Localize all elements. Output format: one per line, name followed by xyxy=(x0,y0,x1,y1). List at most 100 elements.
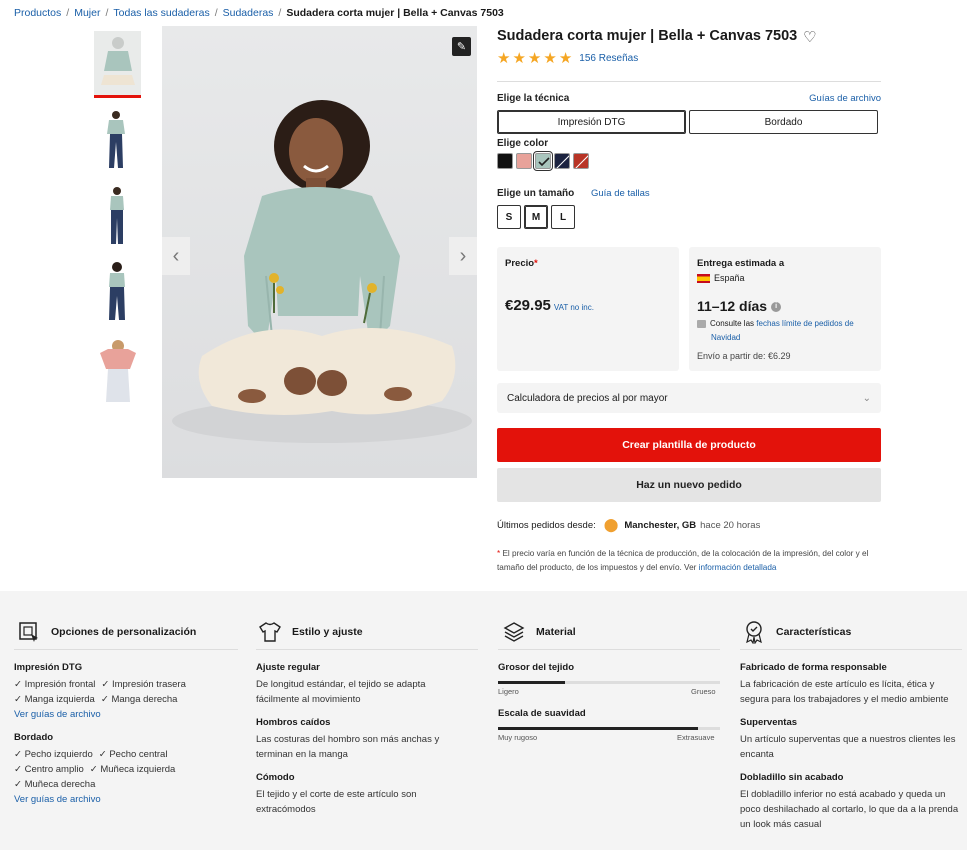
divider xyxy=(497,81,881,82)
style-item-text: De longitud estándar, el tejido se adapt… xyxy=(256,679,426,705)
style-item-text: El tejido y el corte de este artículo so… xyxy=(256,789,417,815)
style-header: Estilo y ajuste xyxy=(258,620,363,644)
pencil-icon[interactable]: ✎ xyxy=(452,37,471,56)
characteristic-title: Dobladillo sin acabado xyxy=(740,772,844,783)
dtg-row-1: ✓ Impresión frontal ✓ Impresión trasera xyxy=(14,679,186,690)
embroidery-row-2: ✓ Centro amplio ✓ Muñeca izquierda xyxy=(14,764,175,775)
star-icon: ★ xyxy=(512,50,526,67)
shirt-icon xyxy=(258,620,282,644)
wholesale-calculator[interactable]: Calculadora de precios al por mayor ⌄ xyxy=(497,383,881,413)
recent-orders: Últimos pedidos desde: ⬤ Manchester, GB … xyxy=(497,517,760,533)
star-icon: ★ xyxy=(527,50,542,67)
price-amount-row: €29.95 VAT no inc. xyxy=(505,297,594,314)
color-swatch-rust[interactable] xyxy=(573,153,589,169)
technique-dtg-button[interactable]: Impresión DTG xyxy=(497,110,686,134)
reviews-link[interactable]: 156 Reseñas xyxy=(579,53,638,64)
recent-orders-label: Últimos pedidos desde: xyxy=(497,519,596,531)
footnote-asterisk: * xyxy=(497,549,501,558)
info-icon[interactable]: i xyxy=(771,302,782,313)
style-item-title: Ajuste regular xyxy=(256,662,320,673)
characteristics-header: Características xyxy=(742,620,851,644)
unavailable-slash-icon xyxy=(556,155,569,168)
thickness-label: Grosor del tejido xyxy=(498,662,575,673)
technique-embroidery-button[interactable]: Bordado xyxy=(689,110,878,134)
dtg-title: Impresión DTG xyxy=(14,662,83,673)
recent-orders-location: Manchester, GB xyxy=(624,519,697,531)
size-s-button[interactable]: S xyxy=(497,205,521,229)
color-swatch-navy[interactable] xyxy=(554,153,570,169)
vat-note: VAT no inc. xyxy=(553,303,594,312)
softness-max: Extrasuave xyxy=(677,733,715,742)
layers-icon xyxy=(502,620,526,644)
size-guide-link[interactable]: Guía de tallas xyxy=(591,188,650,199)
embroidery-title: Bordado xyxy=(14,732,54,743)
product-title: Sudadera corta mujer | Bella + Canvas 75… xyxy=(497,28,798,44)
embroidery-option: ✓ Muñeca derecha xyxy=(14,779,96,790)
color-swatches xyxy=(497,151,589,171)
size-options: S M L xyxy=(497,205,575,229)
star-icon: ★ xyxy=(543,50,557,67)
footnote-text: El precio varía en función de la técnica… xyxy=(497,549,869,572)
softness-scale xyxy=(498,727,720,730)
breadcrumb-separator: / xyxy=(105,7,109,19)
characteristic-text: La fabricación de este artículo es lícit… xyxy=(740,679,949,705)
chevron-right-icon[interactable]: › xyxy=(449,237,477,275)
divider xyxy=(498,649,720,650)
create-template-button[interactable]: Crear plantilla de producto xyxy=(497,428,881,462)
delivery-label: Entrega estimada a xyxy=(697,258,785,269)
detailed-info-link[interactable]: información detallada xyxy=(699,563,777,572)
deadlines-link[interactable]: fechas límite de pedidos de xyxy=(756,319,853,328)
divider xyxy=(14,649,238,650)
thumbnail-4[interactable] xyxy=(94,259,141,326)
delivery-country[interactable]: España xyxy=(697,273,745,284)
embroidery-row-3: ✓ Muñeca derecha xyxy=(14,779,95,790)
style-item-title: Cómodo xyxy=(256,772,295,783)
customize-icon xyxy=(17,620,41,644)
breadcrumb-separator: / xyxy=(66,7,70,19)
breadcrumb-todas-sudaderas[interactable]: Todas las sudaderas xyxy=(113,7,209,19)
thumbnail-5[interactable] xyxy=(94,335,141,402)
customization-title: Opciones de personalización xyxy=(51,626,197,638)
thumbnail-3[interactable] xyxy=(94,183,141,250)
divider xyxy=(740,649,962,650)
checkmark-icon xyxy=(538,157,550,167)
thumbnail-1[interactable] xyxy=(94,31,141,98)
delivery-note-prefix: Consulte las xyxy=(710,319,755,328)
embroidery-option: ✓ Pecho central xyxy=(98,749,168,760)
award-ribbon-icon xyxy=(742,620,766,644)
embroidery-guides-link[interactable]: Ver guías de archivo xyxy=(14,794,101,805)
model-thumbnail-image xyxy=(94,107,141,174)
dtg-option: ✓ Manga derecha xyxy=(100,694,178,705)
color-swatch-pink[interactable] xyxy=(516,153,532,169)
size-m-button[interactable]: M xyxy=(524,205,548,229)
file-guides-link[interactable]: Guías de archivo xyxy=(809,93,881,104)
breadcrumb-separator: / xyxy=(278,7,282,19)
color-swatch-black[interactable] xyxy=(497,153,513,169)
thickness-scale xyxy=(498,681,720,684)
color-swatch-sage[interactable] xyxy=(533,151,553,171)
breadcrumb-current: Sudadera corta mujer | Bella + Canvas 75… xyxy=(286,7,504,19)
dtg-option: ✓ Impresión frontal xyxy=(14,679,96,690)
characteristic-text: El dobladillo inferior no está acabado y… xyxy=(740,789,959,830)
model-photo xyxy=(162,26,477,478)
size-l-button[interactable]: L xyxy=(551,205,575,229)
christmas-link[interactable]: Navidad xyxy=(711,333,740,342)
breadcrumb-mujer[interactable]: Mujer xyxy=(74,7,100,19)
style-title: Estilo y ajuste xyxy=(292,626,363,638)
thickness-min: Ligero xyxy=(498,687,519,696)
breadcrumb-separator: / xyxy=(214,7,218,19)
country-name: España xyxy=(714,273,745,283)
new-order-button[interactable]: Haz un nuevo pedido xyxy=(497,468,881,502)
delivery-days-row: 11–12 días i xyxy=(697,298,782,314)
breadcrumb-productos[interactable]: Productos xyxy=(14,7,61,19)
thumbnail-2[interactable] xyxy=(94,107,141,174)
style-item-text: Las costuras del hombro son más anchas y… xyxy=(256,734,440,760)
dtg-option: ✓ Manga izquierda xyxy=(14,694,95,705)
heart-icon[interactable]: ♡ xyxy=(803,28,816,46)
size-label: Elige un tamaño xyxy=(497,188,575,199)
star-icon: ★ xyxy=(497,50,511,67)
chevron-left-icon[interactable]: ‹ xyxy=(162,237,190,275)
breadcrumb-sudaderas[interactable]: Sudaderas xyxy=(223,7,274,19)
thickness-scale-fill xyxy=(498,681,565,684)
dtg-guides-link[interactable]: Ver guías de archivo xyxy=(14,709,101,720)
